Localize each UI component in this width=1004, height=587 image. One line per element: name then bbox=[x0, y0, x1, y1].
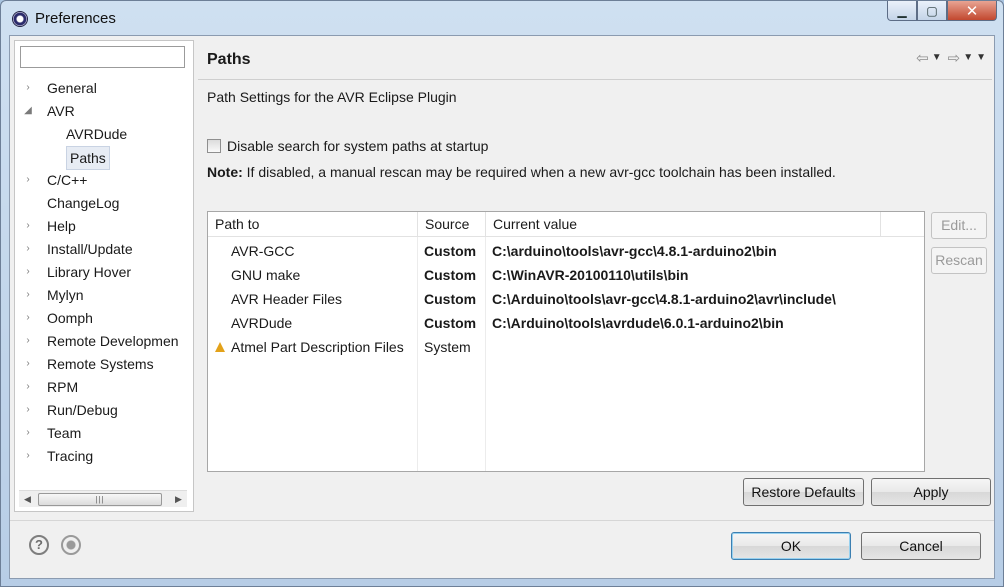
maximize-button[interactable]: ▢ bbox=[917, 1, 947, 21]
page-title: Paths bbox=[207, 51, 251, 68]
close-button[interactable]: ✕ bbox=[947, 1, 997, 21]
minimize-button[interactable]: ▁ bbox=[887, 1, 917, 21]
tree-item-label: Library Hover bbox=[47, 264, 132, 280]
collapsed-arrow-icon[interactable]: › bbox=[23, 376, 33, 398]
window-title: Preferences bbox=[35, 10, 116, 27]
cell-path: Atmel Part Description Files bbox=[231, 339, 404, 355]
rescan-button[interactable]: Rescan bbox=[931, 247, 987, 274]
column-header-value[interactable]: Current value bbox=[486, 212, 881, 237]
forward-arrow-icon[interactable]: ⇨ bbox=[948, 49, 961, 67]
cell-source: Custom bbox=[424, 267, 477, 283]
tree-item-label: C/C++ bbox=[47, 172, 88, 188]
note-label: Note: bbox=[207, 164, 243, 180]
cancel-button[interactable]: Cancel bbox=[861, 532, 981, 560]
column-header-source[interactable]: Source bbox=[418, 212, 486, 237]
paths-table[interactable]: Path to Source Current value AVR-GCC Cust… bbox=[207, 211, 925, 472]
collapsed-arrow-icon[interactable]: › bbox=[23, 399, 33, 421]
cell-source: Custom bbox=[424, 243, 477, 259]
filter-input[interactable] bbox=[20, 46, 185, 68]
dialog-client-area: › General ◢ AVR AVRDude Paths › C/C++ ChangeLog ›… bbox=[9, 35, 995, 579]
cell-value: C:\Arduino\tools\avrdude\6.0.1-arduino2\… bbox=[492, 315, 784, 331]
table-row[interactable]: Atmel Part Description Files System bbox=[208, 335, 924, 359]
table-row[interactable]: GNU make Custom C:\WinAVR-20100110\utils\b… bbox=[208, 263, 924, 287]
cell-value: C:\Arduino\tools\avr-gcc\4.8.1-arduino2\… bbox=[492, 291, 836, 307]
cell-source: Custom bbox=[424, 291, 477, 307]
tree-item-label: General bbox=[47, 80, 97, 96]
tree-item-label: Remote Developmen bbox=[47, 333, 179, 349]
preferences-window: Preferences ▁ ▢ ✕ › General ◢ AVR AVRDude Pat… bbox=[0, 0, 1004, 587]
collapsed-arrow-icon[interactable]: › bbox=[23, 445, 33, 467]
cell-value: C:\WinAVR-20100110\utils\bin bbox=[492, 267, 689, 283]
disable-search-checkbox[interactable] bbox=[207, 139, 221, 153]
cell-path: AVR Header Files bbox=[231, 291, 343, 307]
table-row[interactable]: AVRDude Custom C:\Arduino\tools\avrdude\6.… bbox=[208, 311, 924, 335]
collapsed-arrow-icon[interactable]: › bbox=[23, 307, 33, 329]
back-dropdown-icon[interactable]: ▼ bbox=[932, 49, 942, 67]
preference-tree: › General ◢ AVR AVRDude Paths › C/C++ ChangeLog ›… bbox=[14, 40, 194, 512]
collapsed-arrow-icon[interactable]: › bbox=[23, 238, 33, 260]
record-icon[interactable] bbox=[61, 535, 81, 555]
preference-page: Paths ⇦ ▼ ⇨ ▼ ▼ Path Settings for the AV… bbox=[198, 40, 992, 512]
tree-item-label: AVR bbox=[47, 103, 75, 119]
page-navigation: ⇦ ▼ ⇨ ▼ ▼ bbox=[916, 49, 986, 67]
footer-separator bbox=[10, 520, 994, 521]
column-header-path[interactable]: Path to bbox=[208, 212, 418, 237]
window-controls: ▁ ▢ ✕ bbox=[887, 1, 997, 21]
tree-item-label: Tracing bbox=[47, 448, 94, 464]
title-bar[interactable]: Preferences ▁ ▢ ✕ bbox=[1, 1, 1003, 35]
checkbox-label: Disable search for system paths at start… bbox=[227, 138, 489, 154]
cell-path: AVRDude bbox=[231, 315, 293, 331]
cell-path: GNU make bbox=[231, 267, 301, 283]
warning-icon bbox=[215, 342, 225, 352]
help-icon[interactable]: ? bbox=[29, 535, 49, 555]
table-row[interactable]: AVR-GCC Custom C:\arduino\tools\avr-gcc\4.… bbox=[208, 239, 924, 263]
collapsed-arrow-icon[interactable]: › bbox=[23, 284, 33, 306]
scroll-left-icon[interactable]: ◀ bbox=[19, 491, 36, 508]
restore-defaults-button[interactable]: Restore Defaults bbox=[743, 478, 864, 506]
expanded-arrow-icon[interactable]: ◢ bbox=[23, 100, 33, 122]
ok-button[interactable]: OK bbox=[731, 532, 851, 560]
back-arrow-icon[interactable]: ⇦ bbox=[916, 49, 929, 67]
collapsed-arrow-icon[interactable]: › bbox=[23, 422, 33, 444]
tree-item-label: Install/Update bbox=[47, 241, 133, 257]
cell-source: Custom bbox=[424, 315, 477, 331]
page-description: Path Settings for the AVR Eclipse Plugin bbox=[207, 89, 457, 105]
page-header: Paths ⇦ ▼ ⇨ ▼ ▼ bbox=[198, 40, 992, 80]
collapsed-arrow-icon[interactable]: › bbox=[23, 169, 33, 191]
tree-item-label: Remote Systems bbox=[47, 356, 154, 372]
cell-source: System bbox=[424, 339, 471, 355]
apply-button[interactable]: Apply bbox=[871, 478, 991, 506]
tree-item-label: Paths bbox=[66, 146, 110, 170]
horizontal-scrollbar[interactable]: ◀ ||| ▶ bbox=[19, 490, 187, 507]
eclipse-icon bbox=[12, 11, 28, 27]
cell-path: AVR-GCC bbox=[231, 243, 295, 259]
disable-search-option[interactable]: Disable search for system paths at start… bbox=[207, 138, 488, 154]
table-header: Path to Source Current value bbox=[208, 212, 924, 237]
scroll-right-icon[interactable]: ▶ bbox=[170, 491, 187, 508]
collapsed-arrow-icon[interactable]: › bbox=[23, 215, 33, 237]
note-text: Note: If disabled, a manual rescan may b… bbox=[207, 164, 836, 180]
collapsed-arrow-icon[interactable]: › bbox=[23, 330, 33, 352]
tree-item-label: Oomph bbox=[47, 310, 93, 326]
tree-item-label: Mylyn bbox=[47, 287, 84, 303]
tree-item-label: Help bbox=[47, 218, 76, 234]
tree-item-label: RPM bbox=[47, 379, 79, 395]
view-menu-icon[interactable]: ▼ bbox=[976, 49, 986, 67]
forward-dropdown-icon[interactable]: ▼ bbox=[963, 49, 973, 67]
edit-button[interactable]: Edit... bbox=[931, 212, 987, 239]
note-body: If disabled, a manual rescan may be requ… bbox=[242, 164, 836, 180]
table-row[interactable]: AVR Header Files Custom C:\Arduino\tools\a… bbox=[208, 287, 924, 311]
scrollbar-thumb[interactable]: ||| bbox=[38, 493, 162, 506]
collapsed-arrow-icon[interactable]: › bbox=[23, 353, 33, 375]
tree-item-label: ChangeLog bbox=[47, 195, 120, 211]
tree-item-label: Team bbox=[47, 425, 82, 441]
tree-item-label: Run/Debug bbox=[47, 402, 118, 418]
collapsed-arrow-icon[interactable]: › bbox=[23, 77, 33, 99]
tree-item-label: AVRDude bbox=[66, 126, 128, 142]
cell-value: C:\arduino\tools\avr-gcc\4.8.1-arduino2\… bbox=[492, 243, 777, 259]
collapsed-arrow-icon[interactable]: › bbox=[23, 261, 33, 283]
